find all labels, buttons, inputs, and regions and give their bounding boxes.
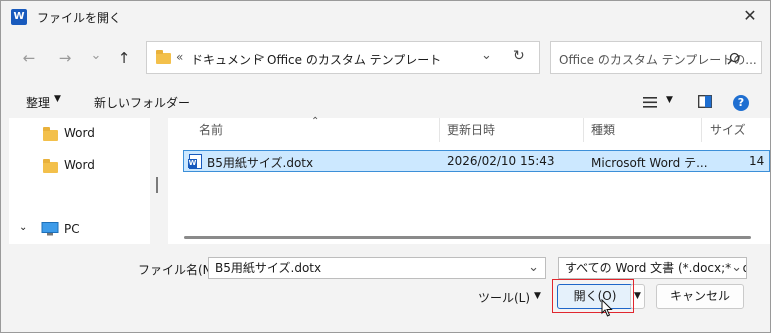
filetype-select[interactable]: すべての Word 文書 (*.docx;*.do ⌄ — [558, 257, 747, 279]
column-divider[interactable] — [583, 118, 584, 142]
sidebar-item-label: Word — [64, 158, 95, 172]
organize-dropdown-icon[interactable]: ▼ — [54, 94, 61, 104]
breadcrumb-overflow[interactable]: « — [176, 50, 183, 64]
cancel-button[interactable]: キャンセル — [656, 284, 744, 309]
column-header-name[interactable]: 名前 — [199, 118, 223, 142]
column-divider[interactable] — [701, 118, 702, 142]
forward-arrow-icon[interactable]: → — [54, 47, 76, 69]
column-header-modified[interactable]: 更新日時 — [447, 118, 495, 142]
word-template-icon — [188, 154, 202, 169]
navigation-pane: Word Word ⌄ PC — [9, 118, 150, 244]
file-name: B5用紙サイズ.dotx — [207, 156, 314, 170]
nav-pane-scrollbar[interactable] — [156, 177, 158, 193]
computer-icon — [41, 222, 59, 236]
title-bar: W ファイルを開く ✕ — [1, 1, 770, 33]
file-row[interactable]: B5用紙サイズ.dotx 2026/02/10 15:43 Microsoft … — [183, 150, 770, 172]
expand-chevron-icon[interactable]: ⌄ — [19, 222, 27, 233]
tools-dropdown-icon[interactable]: ▼ — [534, 291, 541, 301]
back-arrow-icon[interactable]: ← — [18, 47, 40, 69]
address-dropdown-icon[interactable]: ⌄ — [481, 48, 492, 63]
new-folder-button[interactable]: 新しいフォルダー — [94, 94, 190, 111]
file-modified: 2026/02/10 15:43 — [447, 154, 555, 168]
filename-field[interactable]: B5用紙サイズ.dotx ⌄ — [208, 257, 546, 279]
tools-button[interactable]: ツール(L) — [478, 289, 530, 306]
column-header-size[interactable]: サイズ — [710, 118, 746, 142]
sidebar-item-label: Word — [64, 126, 95, 140]
sidebar-item-word[interactable]: Word — [9, 156, 150, 176]
column-header-type[interactable]: 種類 — [591, 118, 615, 142]
refresh-icon[interactable]: ↻ — [513, 48, 525, 64]
command-bar: 整理 ▼ 新しいフォルダー ▼ ? — [1, 87, 770, 117]
column-divider[interactable] — [439, 118, 440, 142]
sidebar-item-pc[interactable]: ⌄ PC — [9, 220, 150, 240]
organize-button[interactable]: 整理 — [26, 94, 50, 111]
filetype-value: すべての Word 文書 (*.docx;*.do — [565, 261, 747, 275]
dialog-title: ファイルを開く — [37, 11, 122, 25]
filetype-dropdown-icon[interactable]: ⌄ — [731, 258, 742, 278]
close-icon[interactable]: ✕ — [738, 5, 762, 27]
address-bar[interactable]: « ドキュメント > Office のカスタム テンプレート ⌄ ↻ — [146, 41, 540, 74]
folder-icon — [43, 127, 58, 141]
open-file-dialog: W ファイルを開く ✕ ← → ⌄ ↑ « ドキュメント > Office のカ… — [0, 0, 771, 333]
sidebar-item-word[interactable]: Word — [9, 124, 150, 144]
file-list: ⌃ 名前 更新日時 種類 サイズ B5用紙サイズ.dotx 2026/02/10… — [168, 116, 770, 244]
help-icon[interactable]: ? — [733, 95, 749, 111]
up-arrow-icon[interactable]: ↑ — [113, 47, 135, 69]
mouse-pointer-icon — [601, 299, 613, 317]
filename-dropdown-icon[interactable]: ⌄ — [528, 258, 539, 278]
recent-locations-chevron-icon[interactable]: ⌄ — [85, 45, 107, 67]
folder-icon — [156, 50, 171, 64]
search-box[interactable]: Office のカスタム テンプレートの... — [550, 41, 762, 74]
file-size: 14 — [749, 154, 765, 168]
file-type: Microsoft Word テ... — [591, 156, 708, 170]
sort-ascending-icon: ⌃ — [311, 116, 320, 127]
word-app-icon: W — [11, 9, 27, 25]
sidebar-item-label: PC — [64, 222, 80, 236]
search-icon[interactable] — [727, 52, 740, 65]
preview-pane-icon[interactable] — [698, 95, 712, 108]
view-dropdown-icon[interactable]: ▼ — [666, 95, 673, 105]
highlight-box — [552, 279, 634, 313]
breadcrumb-documents[interactable]: ドキュメント — [191, 51, 263, 68]
horizontal-scrollbar[interactable] — [184, 236, 751, 239]
folder-icon — [43, 159, 58, 173]
filename-value: B5用紙サイズ.dotx — [215, 261, 322, 275]
cancel-button-label: キャンセル — [669, 289, 730, 303]
breadcrumb-separator: > — [255, 50, 266, 64]
breadcrumb-custom-templates[interactable]: Office のカスタム テンプレート — [267, 51, 441, 68]
view-list-icon[interactable] — [643, 97, 657, 108]
